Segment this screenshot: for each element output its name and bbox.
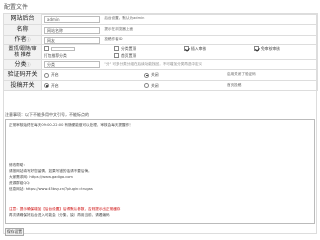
checkbox-checked-icon[interactable] (184, 46, 189, 51)
notice-line: 请按网站填写好您留情，如果写错的话请不要后悔。 (9, 169, 92, 173)
checkbox-checked-icon[interactable] (254, 46, 259, 51)
submit-option-on[interactable]: 开启 (44, 83, 144, 88)
notice-line: 大家需求网: https://www.gadiga.com (9, 175, 73, 179)
top-option[interactable]: 分类置顶 (114, 46, 184, 51)
notice-line: 资源群组QQ: (9, 181, 31, 185)
notice-line-warning: 注意：提示确保增加【后台设置】后得默认参数，否则提示出正常缓存 (9, 207, 121, 211)
submit-label: 投稿开关 (3, 80, 42, 91)
notice-line: 信息网站: https://www.45bsy.cn/?plugin=truga… (9, 187, 93, 191)
notice-line: 修改帮助： (9, 163, 27, 167)
site-note: 后台设置。默认为admin (104, 16, 145, 21)
row-category: 分类ⓘ 分类 "分" 可多分类分组在后续功能找回，不可增加分类再选中定义 (3, 59, 318, 70)
verify-label: 验证码开关 (3, 69, 42, 81)
settings-form: 网站后台 admin 后台设置。默认为admin 名称 网站名称 提示在浏览器上… (3, 13, 318, 91)
save-button[interactable]: 保存设置 (5, 228, 24, 236)
name-note: 提示在浏览器上面 (104, 27, 134, 32)
verify-options: 开启 关闭 启用关闭了验证码 (44, 72, 315, 78)
name-label: 名称 (3, 24, 42, 36)
radio-selected-icon[interactable] (44, 83, 49, 88)
info-icon: ⓘ (26, 37, 31, 42)
category-note: "分" 可多分类分组在后续功能找回，不可增加分类再选中定义 (104, 61, 203, 66)
notice-textarea[interactable]: 正常审核始终在每天09:00-22:00 有随便能做可以处理，审核会每天提醒作！… (5, 119, 315, 224)
category-input[interactable]: 分类 (44, 61, 100, 68)
row-submit: 投稿开关 开启 关闭 首页投稿 (3, 80, 318, 91)
verify-option-off[interactable]: 关闭 (144, 72, 224, 78)
checkbox-icon[interactable] (114, 46, 119, 51)
row-top: 置顶/跟随/审核 推荐 分类置顶 插入审核 免审核审核 打包推荐分类 首页置顶 (3, 44, 318, 60)
notice-title: 注意事项：以下不能多用中文引号，不能标点的 (5, 112, 89, 117)
site-input[interactable]: admin (44, 15, 100, 23)
site-label: 网站后台 (3, 13, 42, 25)
top-option[interactable] (44, 46, 114, 51)
page-title: 配置文件 (4, 4, 29, 11)
notice-line: 再次请确保好后台进入可能会（分集，缺）再用当前，请看编码 (9, 213, 110, 217)
radio-selected-icon[interactable] (144, 72, 149, 78)
submit-note: 首页投稿 (227, 82, 242, 87)
submit-options: 开启 关闭 首页投稿 (44, 83, 315, 88)
author-input[interactable]: 网友 (44, 36, 100, 44)
top-label: 置顶/跟随/审核 推荐 (3, 44, 42, 60)
checkbox-icon[interactable] (114, 53, 119, 58)
category-label: 分类 (14, 60, 27, 68)
author-label: 作者 (14, 36, 27, 43)
top-options: 分类置顶 插入审核 免审核审核 打包推荐分类 首页置顶 (44, 46, 315, 58)
info-icon: ⓘ (26, 61, 31, 67)
submit-option-off[interactable]: 关闭 (144, 83, 224, 88)
verify-option-on[interactable]: 开启 (44, 72, 144, 78)
name-input[interactable]: 网站名称 (44, 26, 100, 34)
top-option[interactable]: 免审核审核 (254, 46, 314, 51)
top-text-box[interactable] (51, 46, 75, 51)
notice-line: 正常审核始终在每天09:00-22:00 有随便能做可以处理，审核会每天提醒作！ (9, 123, 133, 127)
verify-note: 启用关闭了验证码 (227, 72, 256, 77)
row-name: 名称 网站名称 提示在浏览器上面 (3, 24, 318, 36)
top-option[interactable]: 首页置顶 (114, 53, 184, 58)
radio-icon[interactable] (144, 83, 149, 88)
top-option-note: 打包推荐分类 (44, 52, 67, 58)
checkbox-icon[interactable] (44, 46, 49, 51)
row-author: 作者ⓘ 网友 投稿作者ID (3, 35, 318, 45)
row-site: 网站后台 admin 后台设置。默认为admin (3, 13, 318, 25)
top-option[interactable]: 插入审核 (184, 46, 254, 51)
author-note: 投稿作者ID (104, 37, 123, 42)
category-label-cell: 分类ⓘ (3, 59, 42, 70)
row-verify: 验证码开关 开启 关闭 启用关闭了验证码 (3, 69, 318, 81)
radio-icon[interactable] (44, 72, 49, 78)
author-label-cell: 作者ⓘ (3, 35, 42, 45)
